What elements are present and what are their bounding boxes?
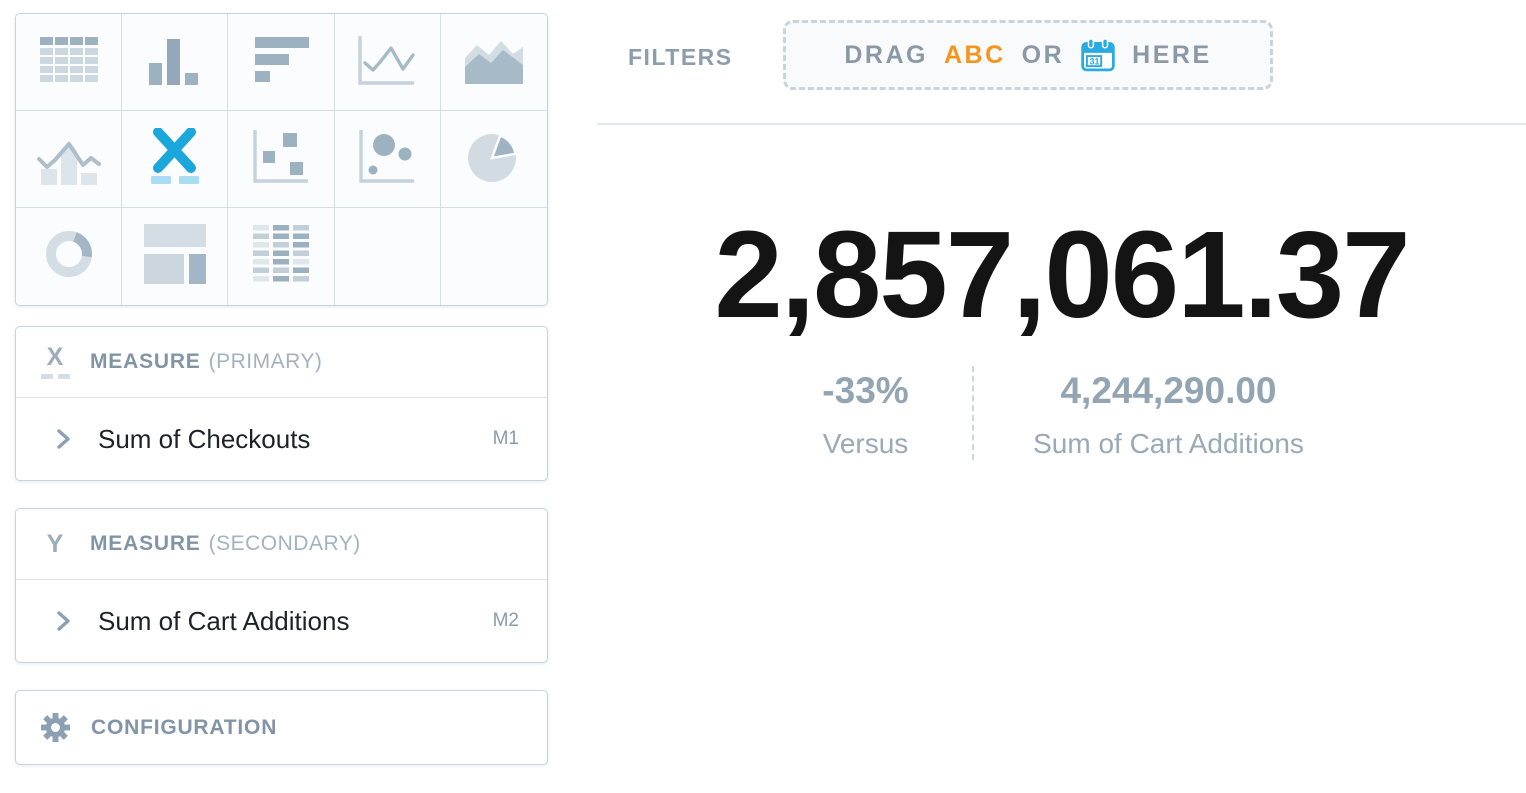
measure-primary-field-row[interactable]: Sum of Checkouts M1 — [16, 398, 547, 480]
calendar-day: 31 — [1090, 56, 1100, 66]
table-icon — [40, 37, 98, 88]
drop-zone-word-drag: DRAG — [844, 41, 928, 70]
measure-primary-badge: M1 — [493, 428, 519, 450]
kpi-comparison-label: Sum of Cart Additions — [974, 428, 1364, 460]
chart-type-combo-chart[interactable] — [16, 111, 122, 208]
chart-type-kpi[interactable] — [122, 111, 228, 208]
chart-type-empty-slot — [335, 208, 441, 305]
dashboard-layout-icon — [144, 224, 206, 289]
measure-secondary-panel: Y MEASURE (SECONDARY) Sum of Cart Additi… — [15, 508, 548, 663]
x-axis-dashes — [40, 374, 70, 379]
x-axis-measure-icon: X — [40, 345, 70, 379]
chart-type-line-chart[interactable] — [335, 14, 441, 111]
chart-type-bubble-chart[interactable] — [335, 111, 441, 208]
chart-type-horizontal-bar-chart[interactable] — [228, 14, 334, 111]
area-chart-icon — [465, 36, 523, 89]
measure-primary-header: X MEASURE (PRIMARY) — [16, 327, 547, 398]
measure-secondary-field-row[interactable]: Sum of Cart Additions M2 — [16, 580, 547, 662]
kpi-versus-label: Versus — [760, 428, 972, 460]
scatter-plot-icon — [252, 130, 310, 189]
chart-type-area-chart[interactable] — [441, 14, 547, 111]
measure-secondary-qualifier: (SECONDARY) — [209, 532, 361, 556]
configuration-label: CONFIGURATION — [91, 716, 277, 740]
chart-type-bar-chart[interactable] — [122, 14, 228, 111]
measure-secondary-title: MEASURE — [90, 532, 201, 556]
filters-label: FILTERS — [628, 44, 733, 71]
donut-chart-icon — [42, 227, 96, 286]
measure-primary-title: MEASURE — [90, 350, 201, 374]
horizontal-bar-chart-icon — [253, 37, 309, 88]
kpi-delta-block: -33% Versus — [760, 366, 972, 460]
configuration-header[interactable]: CONFIGURATION — [16, 691, 547, 764]
measure-secondary-badge: M2 — [493, 610, 519, 632]
kpi-single-value-icon — [146, 128, 204, 191]
kpi-delta-percent: -33% — [760, 370, 972, 412]
calendar-icon: 31 — [1080, 38, 1116, 72]
filters-bar: FILTERS DRAG ABC OR 31 HERE — [597, 0, 1526, 123]
measure-secondary-field[interactable]: Sum of Cart Additions — [98, 606, 493, 637]
chart-type-dashboard-layout[interactable] — [122, 208, 228, 305]
x-axis-letter: X — [40, 345, 70, 370]
drop-zone-word-here: HERE — [1132, 41, 1211, 70]
measure-primary-field[interactable]: Sum of Checkouts — [98, 424, 493, 455]
configuration-panel[interactable]: CONFIGURATION — [15, 690, 548, 765]
pivot-table-icon — [253, 225, 309, 288]
chart-type-table[interactable] — [16, 14, 122, 111]
drop-zone-word-or: OR — [1022, 41, 1065, 70]
canvas-divider — [597, 123, 1526, 125]
kpi-comparison: -33% Versus 4,244,290.00 Sum of Cart Add… — [597, 366, 1526, 460]
measure-primary-panel: X MEASURE (PRIMARY) Sum of Checkouts M1 — [15, 326, 548, 481]
bubble-chart-icon — [358, 130, 416, 189]
bar-chart-icon — [147, 35, 203, 90]
builder-sidebar: X MEASURE (PRIMARY) Sum of Checkouts M1 … — [15, 13, 548, 765]
kpi-comparison-value: 4,244,290.00 — [974, 370, 1364, 412]
filter-drop-zone[interactable]: DRAG ABC OR 31 HERE — [783, 20, 1273, 90]
chart-type-empty-slot — [441, 208, 547, 305]
measure-secondary-header: Y MEASURE (SECONDARY) — [16, 509, 547, 580]
abc-attribute-icon: ABC — [944, 41, 1006, 70]
combo-chart-icon — [36, 129, 102, 190]
pie-chart-icon — [467, 130, 521, 189]
measure-primary-qualifier: (PRIMARY) — [209, 350, 323, 374]
chart-type-picker — [15, 13, 548, 306]
chart-type-pie-chart[interactable] — [441, 111, 547, 208]
chart-type-scatter-plot[interactable] — [228, 111, 334, 208]
chevron-right-icon[interactable] — [56, 610, 72, 632]
chart-type-pivot-table[interactable] — [228, 208, 334, 305]
line-chart-icon — [357, 34, 417, 91]
gear-icon — [40, 712, 71, 743]
chart-type-donut-chart[interactable] — [16, 208, 122, 305]
y-axis-letter: Y — [40, 532, 70, 557]
visualization-canvas: FILTERS DRAG ABC OR 31 HERE 2,857,061.37… — [597, 0, 1526, 460]
y-axis-measure-icon: Y — [40, 532, 70, 557]
kpi-comparison-block: 4,244,290.00 Sum of Cart Additions — [974, 366, 1364, 460]
kpi-primary-value: 2,857,061.37 — [597, 211, 1526, 340]
chevron-right-icon[interactable] — [56, 428, 72, 450]
